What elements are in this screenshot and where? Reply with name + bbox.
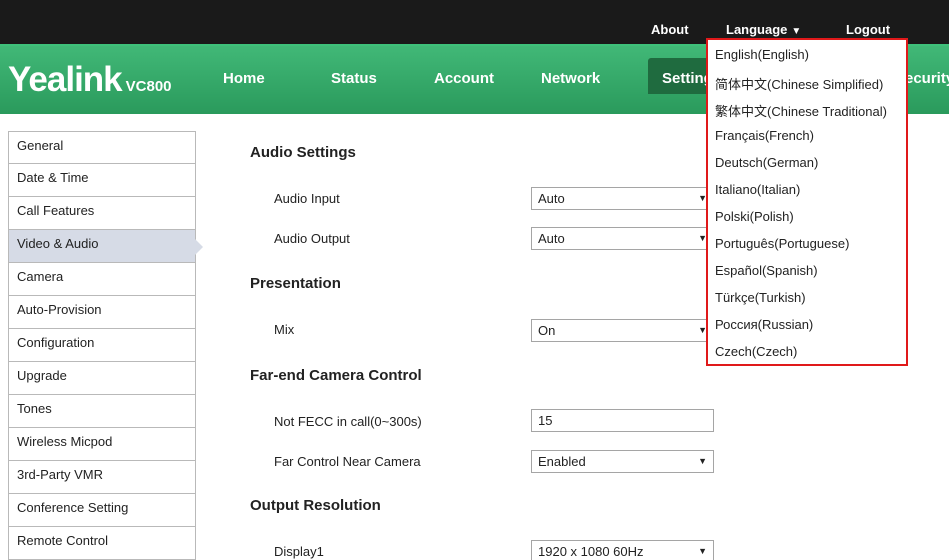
sidebar-item-auto-provision[interactable]: Auto-Provision <box>8 296 196 329</box>
sidebar-item-upgrade[interactable]: Upgrade <box>8 362 196 395</box>
mix-select[interactable]: On ▼ <box>531 319 714 342</box>
language-option-english[interactable]: English(English) <box>708 42 906 69</box>
language-option-chinese-traditional[interactable]: 繁体中文(Chinese Traditional) <box>708 96 906 123</box>
sidebar-item-remote-control[interactable]: Remote Control <box>8 527 196 560</box>
language-option-czech[interactable]: Czech(Czech) <box>708 339 906 366</box>
audio-input-value: Auto <box>538 191 565 206</box>
section-title-fecc: Far-end Camera Control <box>250 367 422 384</box>
language-menu[interactable]: Language ▼ <box>726 22 801 37</box>
far-control-label: Far Control Near Camera <box>274 454 421 469</box>
sidebar: General Date & Time Call Features Video … <box>8 131 203 560</box>
sidebar-item-date-time[interactable]: Date & Time <box>8 164 196 197</box>
nav-security[interactable]: ecurity <box>905 70 949 87</box>
section-title-audio: Audio Settings <box>250 144 356 161</box>
display1-label: Display1 <box>274 544 324 559</box>
far-control-select[interactable]: Enabled ▼ <box>531 450 714 473</box>
language-label: Language <box>726 22 788 37</box>
nav-home[interactable]: Home <box>223 70 265 87</box>
sidebar-item-camera[interactable]: Camera <box>8 263 196 296</box>
language-option-german[interactable]: Deutsch(German) <box>708 150 906 177</box>
sidebar-item-configuration[interactable]: Configuration <box>8 329 196 362</box>
sidebar-item-video-audio[interactable]: Video & Audio <box>8 230 203 263</box>
display1-select[interactable]: 1920 x 1080 60Hz ▼ <box>531 540 714 560</box>
chevron-down-icon: ▼ <box>791 26 802 37</box>
audio-input-select[interactable]: Auto ▼ <box>531 187 714 210</box>
audio-output-value: Auto <box>538 231 565 246</box>
mix-value: On <box>538 323 556 338</box>
sidebar-item-conference-setting[interactable]: Conference Setting <box>8 494 196 527</box>
language-option-chinese-simplified[interactable]: 简体中文(Chinese Simplified) <box>708 69 906 96</box>
far-control-value: Enabled <box>538 454 586 469</box>
language-option-portuguese[interactable]: Português(Portuguese) <box>708 231 906 258</box>
nav-network[interactable]: Network <box>541 70 600 87</box>
language-option-italian[interactable]: Italiano(Italian) <box>708 177 906 204</box>
logout-link[interactable]: Logout <box>846 22 890 37</box>
sidebar-item-general[interactable]: General <box>8 131 196 164</box>
dropdown-arrow-icon: ▼ <box>698 546 707 556</box>
sidebar-item-tones[interactable]: Tones <box>8 395 196 428</box>
section-title-output-resolution: Output Resolution <box>250 497 381 514</box>
brand-logo: Yealink VC800 <box>8 60 172 100</box>
language-option-french[interactable]: Français(French) <box>708 123 906 150</box>
audio-input-label: Audio Input <box>274 191 340 206</box>
language-option-russian[interactable]: Россия(Russian) <box>708 312 906 339</box>
nav-status[interactable]: Status <box>331 70 377 87</box>
logo-text: Yealink <box>8 60 123 99</box>
sidebar-item-3rd-party-vmr[interactable]: 3rd-Party VMR <box>8 461 196 494</box>
mix-label: Mix <box>274 322 295 337</box>
sidebar-item-call-features[interactable]: Call Features <box>8 197 196 230</box>
language-option-spanish[interactable]: Español(Spanish) <box>708 258 906 285</box>
language-option-polish[interactable]: Polski(Polish) <box>708 204 906 231</box>
language-option-turkish[interactable]: Türkçe(Turkish) <box>708 285 906 312</box>
nav-account[interactable]: Account <box>434 70 494 87</box>
section-title-presentation: Presentation <box>250 275 341 292</box>
sidebar-item-wireless-micpod[interactable]: Wireless Micpod <box>8 428 196 461</box>
model-text: VC800 <box>125 78 172 95</box>
audio-output-label: Audio Output <box>274 231 350 246</box>
not-fecc-input[interactable]: 15 <box>531 409 714 432</box>
display1-value: 1920 x 1080 60Hz <box>538 544 644 559</box>
about-link[interactable]: About <box>651 22 689 37</box>
not-fecc-label: Not FECC in call(0~300s) <box>274 414 422 429</box>
audio-output-select[interactable]: Auto ▼ <box>531 227 714 250</box>
dropdown-arrow-icon: ▼ <box>698 456 707 466</box>
language-dropdown: English(English) 简体中文(Chinese Simplified… <box>706 38 908 366</box>
